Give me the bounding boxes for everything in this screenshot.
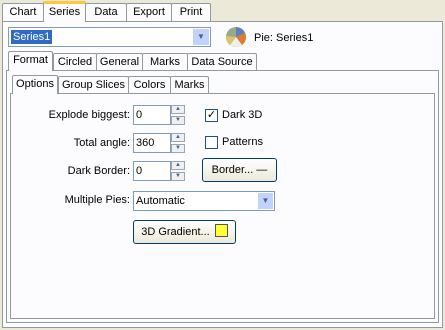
gradient-color-swatch <box>214 224 228 237</box>
total-angle-input[interactable]: 360 <box>133 133 171 153</box>
tab-print[interactable]: Print <box>171 3 211 22</box>
gradient-button[interactable]: 3D Gradient... <box>133 220 236 244</box>
dark3d-label: Dark 3D <box>222 109 263 121</box>
multiple-pies-label: Multiple Pies: <box>64 194 130 206</box>
tab-options[interactable]: Options <box>12 75 58 94</box>
patterns-label: Patterns <box>222 136 263 148</box>
dark-border-spinner[interactable]: ▲ ▼ <box>171 161 185 181</box>
explode-spinner[interactable]: ▲ ▼ <box>171 105 185 125</box>
tab-general[interactable]: General <box>96 53 143 71</box>
border-button-label: Border... <box>211 164 254 176</box>
pie-icon <box>225 26 247 48</box>
pie-label: Pie: Series1 <box>254 32 314 44</box>
dark-border-label: Dark Border: <box>67 165 130 177</box>
border-button[interactable]: Border... — <box>202 158 277 182</box>
tab-export[interactable]: Export <box>126 3 172 22</box>
line-style-icon: — <box>253 164 268 176</box>
tab-colors[interactable]: Colors <box>128 76 171 94</box>
series-select-value: Series1 <box>11 30 53 44</box>
patterns-checkbox[interactable] <box>205 136 218 149</box>
tab-circled[interactable]: Circled <box>53 53 97 71</box>
dark3d-checkbox[interactable]: ✓ <box>205 109 218 122</box>
explode-input[interactable]: 0 <box>133 105 171 125</box>
tab-marks[interactable]: Marks <box>142 53 188 71</box>
chevron-down-icon[interactable]: ▼ <box>258 193 273 209</box>
series-select[interactable]: Series1 <box>8 27 211 47</box>
total-angle-label: Total angle: <box>73 137 130 149</box>
multiple-pies-select[interactable]: Automatic <box>133 191 275 211</box>
tab-format[interactable]: Format <box>8 51 53 71</box>
tab-group-slices[interactable]: Group Slices <box>58 76 129 94</box>
explode-label: Explode biggest: <box>48 109 130 121</box>
chevron-down-icon[interactable]: ▼ <box>193 29 209 45</box>
dark-border-input[interactable]: 0 <box>133 161 171 181</box>
tab-data-source[interactable]: Data Source <box>187 53 257 71</box>
gradient-button-label: 3D Gradient... <box>141 226 210 238</box>
tab-chart[interactable]: Chart <box>2 3 44 22</box>
tab-series[interactable]: Series <box>43 1 86 22</box>
total-angle-spinner[interactable]: ▲ ▼ <box>171 133 185 153</box>
tab-data[interactable]: Data <box>85 3 127 22</box>
tab-marks-inner[interactable]: Marks <box>170 76 209 94</box>
